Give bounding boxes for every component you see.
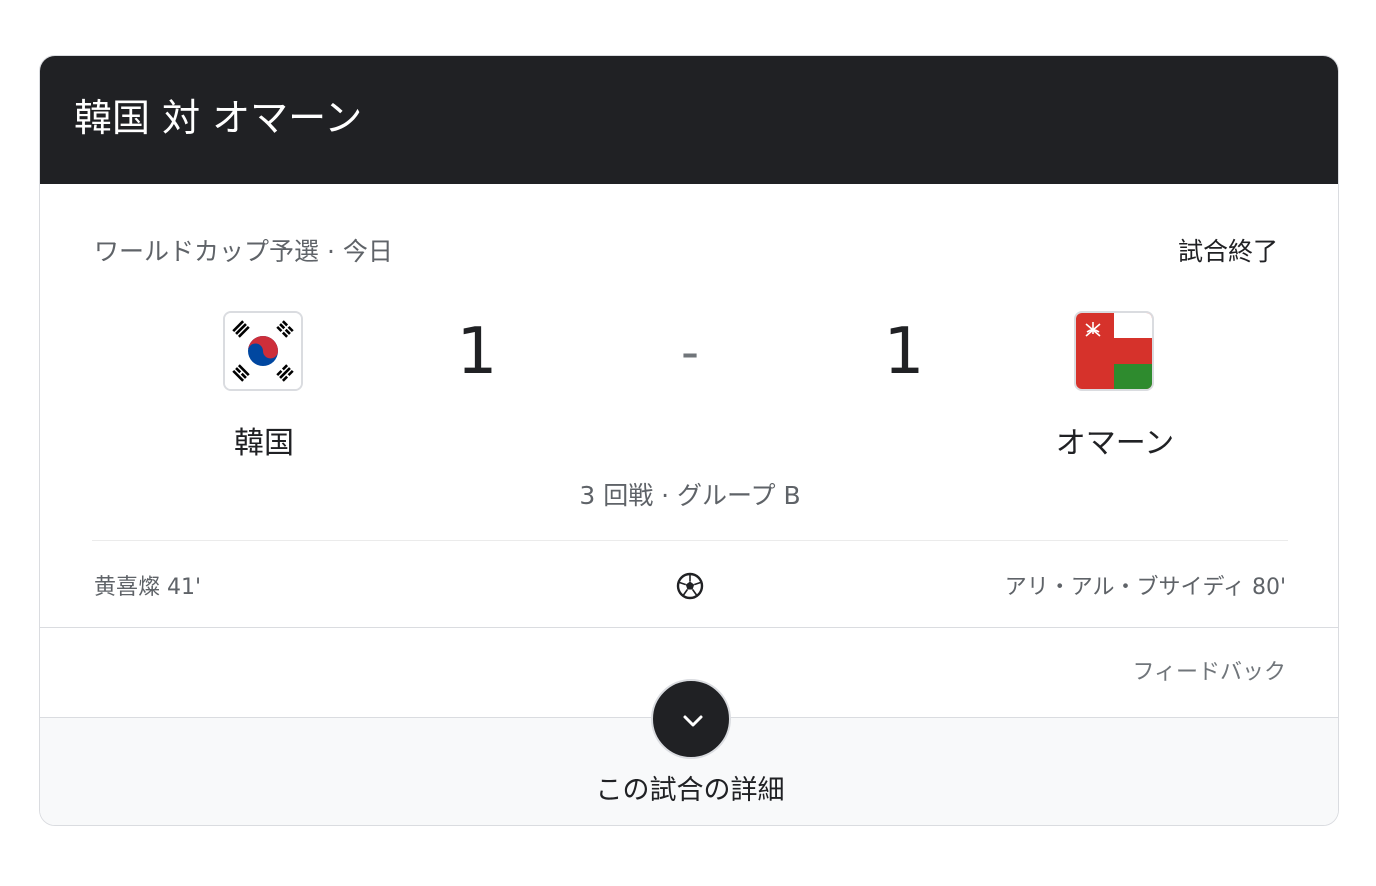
away-team-name[interactable]: オマーン [995, 418, 1235, 462]
home-goal-scorer: 黄喜燦 41' [94, 575, 202, 600]
round-label: 3 回戦 · グループ B [579, 481, 801, 510]
feedback-link[interactable]: フィードバック [1132, 654, 1286, 686]
home-team-name[interactable]: 韓国 [144, 418, 384, 462]
divider [92, 540, 1288, 541]
competition-label: ワールドカップ予選 · 今日 [94, 237, 393, 266]
away-score: 1 [883, 315, 925, 389]
chevron-down-icon [683, 715, 703, 727]
oman-flag-icon [1074, 311, 1154, 391]
section-divider [40, 627, 1338, 628]
match-details-link[interactable]: この試合の詳細 [440, 768, 940, 807]
away-goal-scorer: アリ・アル・ブサイディ 80' [1004, 575, 1286, 600]
home-score: 1 [456, 315, 498, 389]
match-status: 試合終了 [1177, 237, 1278, 266]
expand-details-button[interactable] [651, 679, 731, 759]
score-separator: - [680, 323, 700, 381]
soccer-ball-icon [676, 572, 704, 600]
match-header: 韓国 対 オマーン [40, 56, 1338, 184]
match-card: 韓国 対 オマーン ワールドカップ予選 · 今日 試合終了 1 - 1 韓国 オ… [39, 55, 1339, 826]
match-title: 韓国 対 オマーン [74, 96, 363, 140]
south-korea-flag-icon [223, 311, 303, 391]
